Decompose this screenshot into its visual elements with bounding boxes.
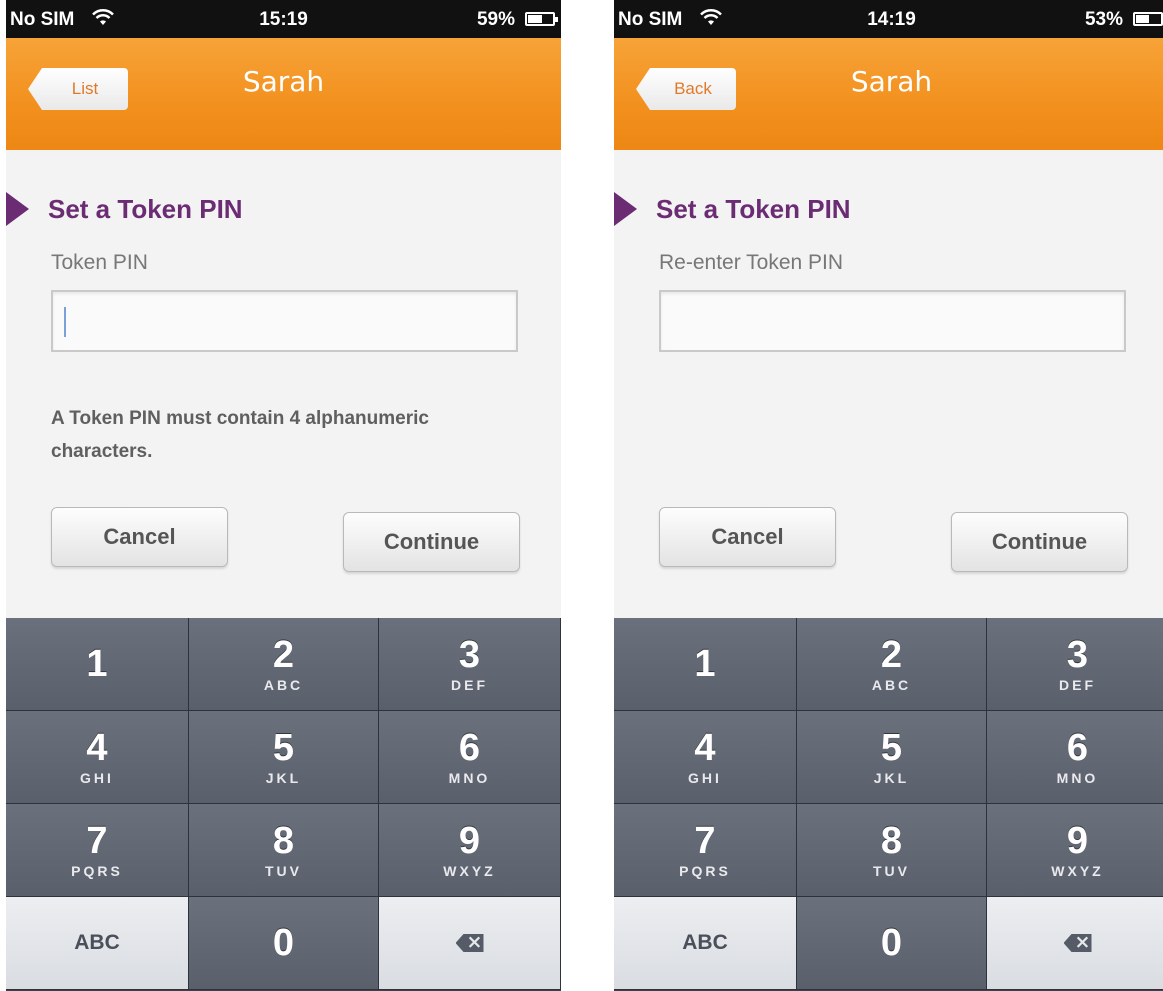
section-marker-icon (6, 192, 29, 226)
section-marker-icon (614, 192, 637, 226)
key-digit: 7 (694, 819, 716, 862)
battery-level (1136, 15, 1149, 23)
key-letters: DEF (451, 676, 488, 693)
key-letters: WXYZ (443, 862, 496, 879)
key-9[interactable]: 9 WXYZ (379, 804, 561, 897)
key-letters: GHI (80, 769, 114, 786)
key-letters: TUV (265, 862, 302, 879)
status-bar: No SIM 14:19 53% (614, 0, 1163, 38)
battery-level (528, 15, 542, 23)
key-digit: 4 (694, 726, 716, 769)
reenter-pin-label: Re-enter Token PIN (659, 251, 844, 274)
numeric-keypad: 1 2 ABC 3 DEF 4 GHI 5 JKL 6 MNO 7 PQRS 8 TUV 9W… (614, 618, 1163, 991)
key-digit: 4 (86, 726, 108, 769)
key-digit: 3 (1066, 633, 1089, 676)
section-title: Set a Token PIN (48, 194, 243, 224)
key-digit: 2 (880, 633, 903, 676)
cancel-button[interactable]: Cancel (659, 507, 836, 567)
section-title: Set a Token PIN (656, 194, 851, 224)
key-digit: 0 (880, 922, 903, 964)
key-6[interactable]: 6 MNO (379, 711, 561, 804)
key-1[interactable]: 1 (614, 618, 797, 711)
token-pin-input[interactable] (51, 290, 518, 352)
key-letters: JKL (265, 769, 302, 786)
delete-icon (1063, 934, 1092, 952)
key-letters: MNO (1056, 769, 1099, 786)
key-digit: 9 (1066, 819, 1089, 862)
form-content: Set a Token PIN Re-enter Token PIN Cance… (614, 150, 1163, 618)
key-letters: TUV (873, 862, 910, 879)
key-letters: DEF (1059, 676, 1096, 693)
battery-percent: 59% (476, 9, 515, 30)
reenter-pin-input[interactable] (659, 290, 1126, 352)
delete-icon (455, 934, 484, 952)
form-content: Set a Token PIN Token PIN A Token PIN mu… (6, 150, 561, 618)
numeric-keypad: 1 2 ABC 3 DEF 4 GHI 5 JKL 6 MNO 7 PQRS 8 TUV 9W… (6, 618, 561, 991)
key-1[interactable]: 1 (6, 618, 189, 711)
key-8[interactable]: 8 TUV (797, 804, 987, 897)
key-abc[interactable]: ABC (614, 897, 797, 990)
key-digit: 3 (458, 633, 481, 676)
clock: 14:19 (867, 9, 916, 30)
status-bar: No SIM 15:19 59% (6, 0, 561, 38)
key-digit: 1 (694, 643, 716, 685)
phone-screen-reenter-pin: No SIM 14:19 53% Back Sarah Set a Token … (614, 0, 1163, 991)
key-delete[interactable] (379, 897, 561, 990)
key-digit: 6 (1066, 726, 1089, 769)
navigation-bar: Back Sarah (614, 38, 1163, 150)
nav-title: Sarah (242, 65, 325, 98)
continue-button[interactable]: Continue (951, 512, 1128, 572)
token-pin-label: Token PIN (51, 251, 148, 274)
key-digit: 9 (458, 819, 481, 862)
phone-screen-set-pin: No SIM 15:19 59% List Sarah Set a Token … (6, 0, 561, 991)
key-3[interactable]: 3 DEF (987, 618, 1163, 711)
key-letters: ABC (263, 676, 304, 693)
key-letters: PQRS (71, 862, 123, 879)
key-abc-label: ABC (74, 931, 120, 954)
key-5[interactable]: 5 JKL (797, 711, 987, 804)
key-digit: 8 (272, 819, 295, 862)
key-digit: 7 (86, 819, 108, 862)
key-digit: 5 (880, 726, 903, 769)
navigation-bar: List Sarah (6, 38, 561, 150)
key-8[interactable]: 8 TUV (189, 804, 379, 897)
key-7[interactable]: 7 PQRS (6, 804, 189, 897)
key-letters: PQRS (679, 862, 731, 879)
key-0[interactable]: 0 (189, 897, 379, 990)
key-abc[interactable]: ABC (6, 897, 189, 990)
key-0[interactable]: 0 (797, 897, 987, 990)
nav-title: Sarah (850, 65, 933, 98)
key-5[interactable]: 5 JKL (189, 711, 379, 804)
key-abc-label: ABC (682, 931, 728, 954)
pin-requirement-hint: A Token PIN must contain 4 alphanumeric … (51, 408, 429, 462)
key-letters: GHI (688, 769, 722, 786)
key-3[interactable]: 3 DEF (379, 618, 561, 711)
key-9[interactable]: 9 WXYZ (987, 804, 1163, 897)
key-2[interactable]: 2 ABC (189, 618, 379, 711)
battery-percent: 53% (1084, 9, 1123, 30)
battery-icon (1133, 12, 1163, 26)
continue-button[interactable]: Continue (343, 512, 520, 572)
key-letters: MNO (448, 769, 491, 786)
key-digit: 0 (272, 922, 295, 964)
key-letters: WXYZ (1051, 862, 1104, 879)
text-cursor (64, 307, 66, 337)
cancel-button[interactable]: Cancel (51, 507, 228, 567)
key-4[interactable]: 4 GHI (6, 711, 189, 804)
key-letters: ABC (871, 676, 912, 693)
key-digit: 1 (86, 643, 108, 685)
key-2[interactable]: 2 ABC (797, 618, 987, 711)
key-7[interactable]: 7 PQRS (614, 804, 797, 897)
key-delete[interactable] (987, 897, 1163, 990)
battery-icon (525, 12, 558, 26)
key-digit: 6 (458, 726, 481, 769)
key-digit: 2 (272, 633, 295, 676)
key-digit: 8 (880, 819, 903, 862)
key-4[interactable]: 4 GHI (614, 711, 797, 804)
key-digit: 5 (272, 726, 295, 769)
key-letters: JKL (873, 769, 910, 786)
key-6[interactable]: 6 MNO (987, 711, 1163, 804)
